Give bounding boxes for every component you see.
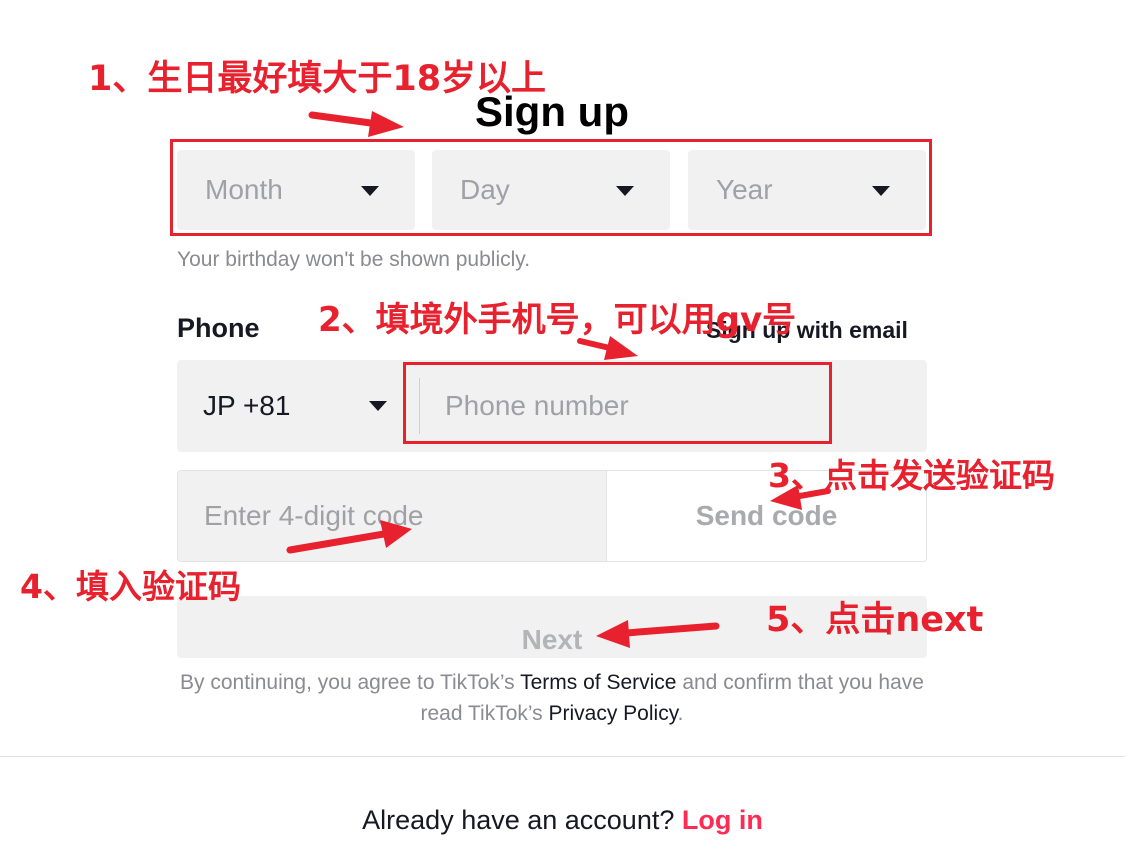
red-arrow-icon	[596, 620, 720, 648]
red-arrow-icon	[286, 520, 412, 554]
annotation-arrows	[286, 111, 831, 648]
red-arrow-icon	[308, 111, 404, 137]
red-arrow-icon	[770, 485, 831, 510]
red-arrow-icon	[577, 336, 638, 360]
